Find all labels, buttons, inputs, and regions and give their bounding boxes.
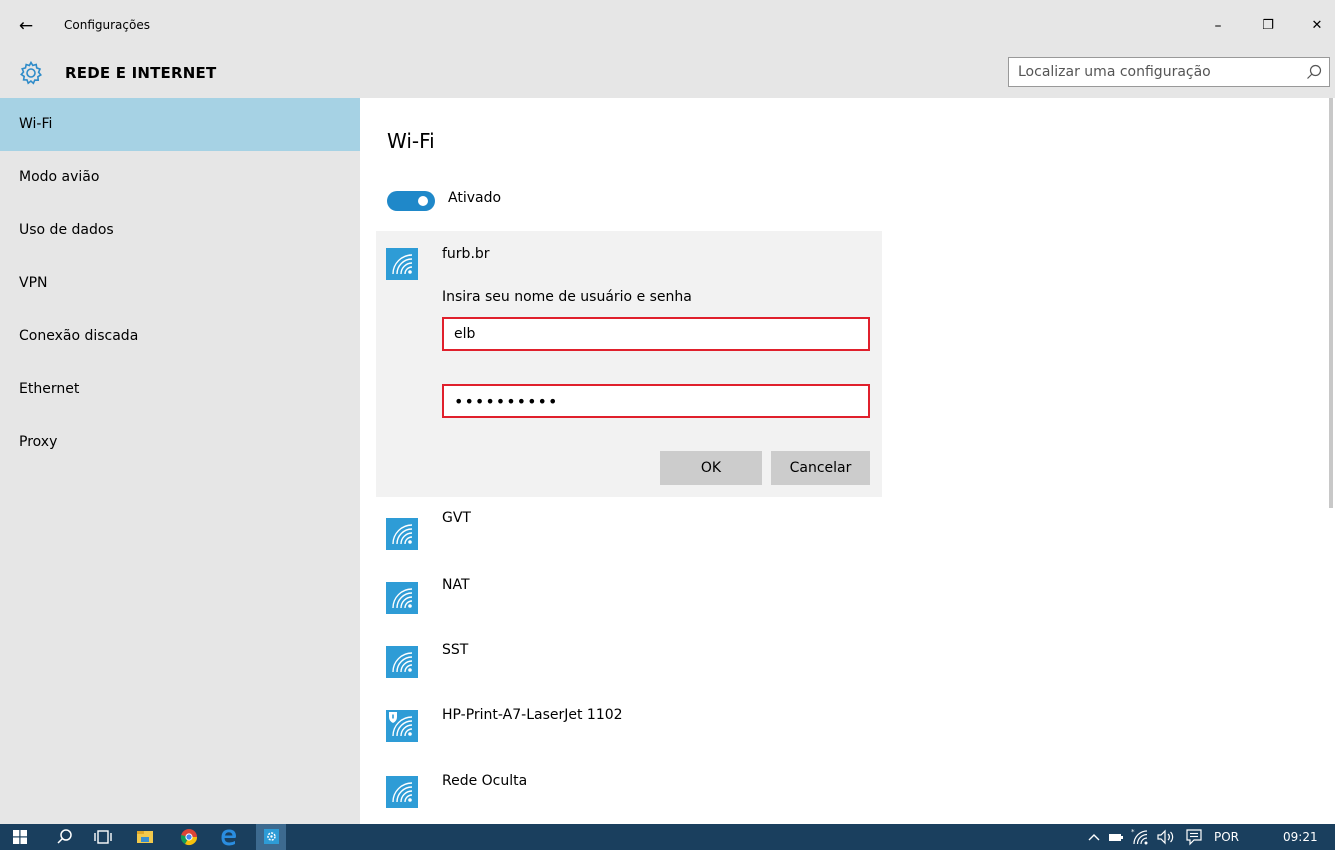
password-input[interactable] bbox=[444, 386, 868, 416]
secured-wifi-icon bbox=[386, 710, 418, 742]
gear-icon bbox=[20, 60, 42, 85]
wifi-toggle-label: Ativado bbox=[448, 190, 502, 206]
windows-start-icon[interactable] bbox=[13, 830, 27, 844]
task-view-icon[interactable] bbox=[93, 828, 113, 846]
section-title: REDE E INTERNET bbox=[65, 64, 217, 82]
wifi-signal-icon bbox=[386, 518, 418, 550]
username-input[interactable] bbox=[444, 319, 868, 349]
network-name: SST bbox=[442, 642, 469, 658]
volume-icon[interactable] bbox=[1155, 828, 1175, 846]
search-box[interactable] bbox=[1008, 57, 1330, 87]
settings-header: REDE E INTERNET bbox=[0, 50, 1335, 98]
wifi-toggle[interactable] bbox=[387, 191, 435, 211]
svg-text:*: * bbox=[1131, 828, 1135, 836]
sidebar-item-proxy[interactable]: Proxy bbox=[0, 416, 360, 469]
sidebar-item-data-usage[interactable]: Uso de dados bbox=[0, 204, 360, 257]
wifi-signal-icon bbox=[386, 582, 418, 614]
search-input[interactable] bbox=[1009, 58, 1299, 86]
wifi-signal-icon bbox=[386, 646, 418, 678]
network-name: GVT bbox=[442, 510, 471, 526]
minimize-icon[interactable]: – bbox=[1203, 14, 1233, 38]
username-field[interactable] bbox=[442, 317, 870, 351]
password-field[interactable] bbox=[442, 384, 870, 418]
back-arrow-icon[interactable]: ← bbox=[14, 14, 38, 38]
sidebar-item-dial-up[interactable]: Conexão discada bbox=[0, 310, 360, 363]
settings-taskbar-button[interactable] bbox=[256, 824, 286, 850]
clock[interactable]: 09:21 bbox=[1283, 830, 1318, 844]
network-name: Rede Oculta bbox=[442, 773, 528, 789]
close-icon[interactable]: ✕ bbox=[1302, 14, 1332, 38]
network-name: NAT bbox=[442, 577, 470, 593]
sidebar-item-airplane-mode[interactable]: Modo avião bbox=[0, 151, 360, 204]
chevron-up-icon[interactable] bbox=[1087, 828, 1101, 846]
battery-icon[interactable] bbox=[1107, 828, 1125, 846]
title-bar: ← Configurações – ❐ ✕ bbox=[0, 0, 1335, 50]
search-icon[interactable] bbox=[56, 828, 74, 846]
sidebar-item-vpn[interactable]: VPN bbox=[0, 257, 360, 310]
network-name: HP-Print-A7-LaserJet 1102 bbox=[442, 707, 623, 723]
sidebar: Wi-Fi Modo avião Uso de dados VPN Conexã… bbox=[0, 98, 360, 824]
sidebar-item-wifi[interactable]: Wi-Fi bbox=[0, 98, 360, 151]
ok-button[interactable]: OK bbox=[660, 451, 762, 485]
settings-icon bbox=[264, 829, 279, 844]
language-indicator[interactable]: POR bbox=[1214, 830, 1239, 844]
edge-icon[interactable] bbox=[220, 828, 238, 846]
restore-icon[interactable]: ❐ bbox=[1253, 14, 1283, 38]
wifi-tray-icon[interactable]: * bbox=[1131, 828, 1149, 846]
action-center-icon[interactable] bbox=[1185, 828, 1203, 846]
wifi-signal-icon bbox=[386, 248, 418, 280]
credentials-prompt: Insira seu nome de usuário e senha bbox=[442, 289, 692, 305]
file-explorer-icon[interactable] bbox=[136, 828, 154, 846]
scrollbar[interactable] bbox=[1329, 98, 1333, 508]
chrome-icon[interactable] bbox=[180, 828, 198, 846]
window-title: Configurações bbox=[64, 18, 150, 32]
sidebar-item-ethernet[interactable]: Ethernet bbox=[0, 363, 360, 416]
main-content: Wi-Fi Ativado furb.br Insira seu nome de… bbox=[360, 98, 1335, 824]
taskbar: * POR 09:21 bbox=[0, 824, 1335, 850]
search-icon[interactable] bbox=[1305, 63, 1323, 81]
network-name: furb.br bbox=[442, 246, 490, 262]
wifi-signal-icon bbox=[386, 776, 418, 808]
cancel-button[interactable]: Cancelar bbox=[771, 451, 870, 485]
page-title: Wi-Fi bbox=[387, 129, 435, 153]
